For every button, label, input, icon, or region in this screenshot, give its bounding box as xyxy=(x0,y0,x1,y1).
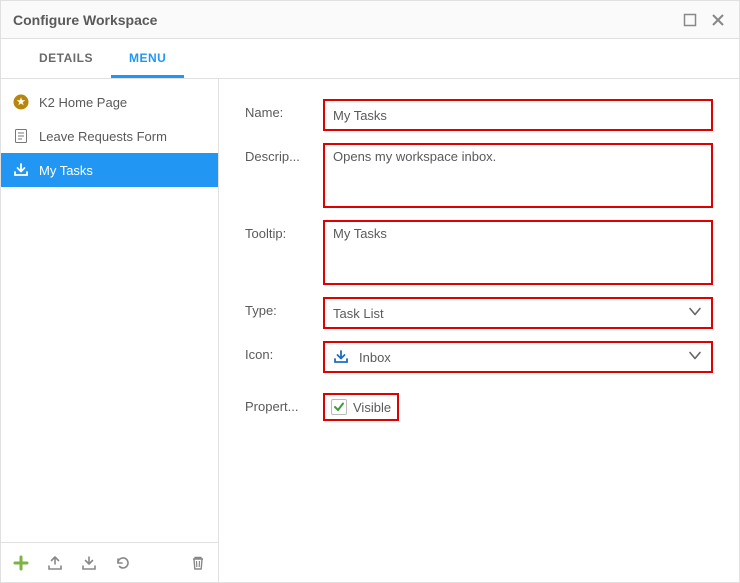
close-button[interactable] xyxy=(709,11,727,29)
properties-form: Name: Descrip... Tooltip: xyxy=(219,79,739,582)
row-type: Type: Task List xyxy=(245,297,713,329)
tab-menu[interactable]: MENU xyxy=(111,39,184,78)
sidebar-item-label: My Tasks xyxy=(39,163,93,178)
inbox-icon xyxy=(13,162,29,178)
sidebar-item-leave-requests-form[interactable]: Leave Requests Form xyxy=(1,119,218,153)
row-name: Name: xyxy=(245,99,713,131)
delete-button[interactable] xyxy=(188,553,208,573)
sidebar-list: K2 Home Page Leave Requests Form xyxy=(1,79,218,542)
import-button[interactable] xyxy=(79,553,99,573)
row-properties: Propert... Visible xyxy=(245,393,713,421)
visible-checkbox[interactable]: Visible xyxy=(323,393,399,421)
sidebar-item-label: K2 Home Page xyxy=(39,95,127,110)
plus-icon xyxy=(12,554,30,572)
tabs: DETAILS MENU xyxy=(1,39,739,79)
maximize-icon xyxy=(683,13,697,27)
sidebar-item-my-tasks[interactable]: My Tasks xyxy=(1,153,218,187)
chevron-down-icon xyxy=(687,348,703,367)
name-input[interactable] xyxy=(325,101,711,129)
type-value: Task List xyxy=(333,306,384,321)
add-button[interactable] xyxy=(11,553,31,573)
export-button[interactable] xyxy=(45,553,65,573)
upload-icon xyxy=(46,554,64,572)
maximize-button[interactable] xyxy=(681,11,699,29)
row-tooltip: Tooltip: xyxy=(245,220,713,285)
download-icon xyxy=(80,554,98,572)
sidebar-item-k2-home-page[interactable]: K2 Home Page xyxy=(1,85,218,119)
row-description: Descrip... xyxy=(245,143,713,208)
description-input[interactable] xyxy=(325,145,711,203)
sidebar-toolbar xyxy=(1,542,218,582)
properties-label: Propert... xyxy=(245,393,323,414)
form-icon xyxy=(13,128,29,144)
trash-icon xyxy=(189,554,207,572)
refresh-button[interactable] xyxy=(113,553,133,573)
checkbox-box xyxy=(331,399,347,415)
sidebar-item-label: Leave Requests Form xyxy=(39,129,167,144)
configure-workspace-dialog: Configure Workspace DETAILS MENU xyxy=(0,0,740,583)
refresh-icon xyxy=(114,554,132,572)
sidebar: K2 Home Page Leave Requests Form xyxy=(1,79,219,582)
inbox-icon xyxy=(333,349,349,365)
type-select[interactable]: Task List xyxy=(325,299,711,327)
icon-value: Inbox xyxy=(359,350,391,365)
dialog-body: K2 Home Page Leave Requests Form xyxy=(1,79,739,582)
tooltip-label: Tooltip: xyxy=(245,220,323,241)
close-icon xyxy=(710,12,726,28)
titlebar: Configure Workspace xyxy=(1,1,739,39)
visible-label: Visible xyxy=(353,400,391,415)
icon-select[interactable]: Inbox xyxy=(325,343,711,371)
chevron-down-icon xyxy=(687,304,703,323)
tab-details[interactable]: DETAILS xyxy=(21,39,111,78)
window-controls xyxy=(681,11,727,29)
name-label: Name: xyxy=(245,99,323,120)
icon-label: Icon: xyxy=(245,341,323,362)
row-icon: Icon: Inbox xyxy=(245,341,713,373)
star-circle-icon xyxy=(13,94,29,110)
description-label: Descrip... xyxy=(245,143,323,164)
tooltip-input[interactable] xyxy=(325,222,711,280)
dialog-title: Configure Workspace xyxy=(13,12,157,28)
type-label: Type: xyxy=(245,297,323,318)
check-icon xyxy=(333,401,345,413)
